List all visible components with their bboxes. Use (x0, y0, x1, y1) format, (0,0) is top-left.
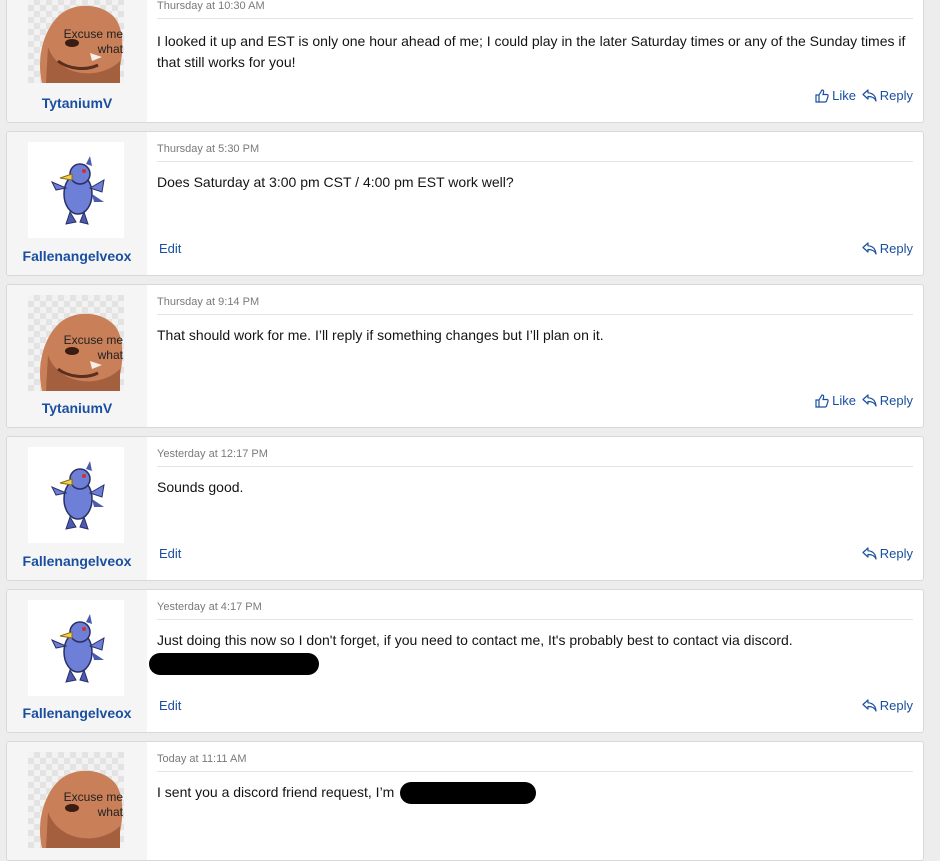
post: Fallenangelveox Yesterday at 4:17 PM Jus… (6, 589, 924, 733)
post: Fallenangelveox Yesterday at 12:17 PM So… (6, 436, 924, 581)
reply-label: Reply (879, 88, 913, 103)
username[interactable]: Fallenangelveox (7, 248, 147, 264)
post-message-text: Just doing this now so I don't forget, i… (157, 632, 793, 648)
reply-label: Reply (879, 241, 913, 256)
edit-button[interactable]: Edit (159, 241, 181, 256)
avatar-caption-line: what (97, 348, 123, 362)
reply-icon (862, 89, 877, 102)
post: Excuse me what TytaniumV Thursday at 9:14… (6, 284, 924, 428)
golduck-sprite-icon (50, 614, 105, 683)
post: Excuse me what Today at 11:11 AM I sent y… (6, 741, 924, 861)
reply-label: Reply (879, 393, 913, 408)
post-main: Thursday at 5:30 PM Does Saturday at 3:0… (157, 132, 913, 275)
post-user-cell: Fallenangelveox (7, 437, 147, 580)
avatar-caption-line: what (97, 805, 123, 819)
post-message: That should work for me. I’ll reply if s… (157, 327, 604, 343)
avatar-caption: Excuse me what (64, 27, 123, 57)
redaction-bar (149, 653, 319, 675)
avatar-caption-line: Excuse me (63, 790, 123, 804)
edit-button[interactable]: Edit (159, 546, 181, 561)
post-user-cell: Excuse me what TytaniumV (7, 0, 147, 122)
thumbs-up-icon (815, 88, 829, 103)
post-message: Sounds good. (157, 479, 244, 495)
post-actions: Edit Reply (157, 546, 913, 564)
reply-button[interactable]: Reply (862, 241, 913, 256)
reply-button[interactable]: Reply (862, 546, 913, 561)
avatar-caption: Excuse me what (64, 790, 123, 820)
username[interactable]: Fallenangelveox (7, 705, 147, 721)
avatar-caption-line: what (97, 42, 123, 56)
post-main: Thursday at 10:30 AM I looked it up and … (157, 0, 913, 122)
post-user-cell: Excuse me what TytaniumV (7, 285, 147, 427)
post: Excuse me what TytaniumV Thursday at 10:3… (6, 0, 924, 123)
avatar[interactable]: Excuse me what (28, 0, 124, 83)
like-label: Like (832, 88, 856, 103)
username[interactable]: TytaniumV (7, 400, 147, 416)
post-main: Yesterday at 12:17 PM Sounds good. Edit … (157, 437, 913, 580)
reply-button[interactable]: Reply (862, 393, 913, 408)
avatar-caption-line: Excuse me (63, 27, 123, 41)
avatar-caption: Excuse me what (64, 333, 123, 363)
post-user-cell: Excuse me what (7, 742, 147, 860)
username[interactable]: TytaniumV (7, 95, 147, 111)
reply-label: Reply (879, 546, 913, 561)
reply-icon (862, 394, 877, 407)
redaction-bar (400, 782, 537, 805)
reply-button[interactable]: Reply (862, 698, 913, 713)
post-message: I looked it up and EST is only one hour … (157, 33, 906, 70)
post-message: Does Saturday at 3:00 pm CST / 4:00 pm E… (157, 174, 514, 190)
post-user-cell: Fallenangelveox (7, 132, 147, 275)
reply-icon (862, 547, 877, 560)
avatar[interactable]: Excuse me what (28, 752, 124, 848)
avatar[interactable] (28, 447, 124, 543)
like-button[interactable]: Like (815, 393, 856, 408)
post-date[interactable]: Thursday at 10:30 AM (157, 0, 913, 19)
post-main: Today at 11:11 AM I sent you a discord f… (157, 742, 913, 860)
golduck-sprite-icon (50, 156, 105, 225)
post-date[interactable]: Today at 11:11 AM (157, 753, 913, 772)
post-message: I sent you a discord friend request, I’m (157, 782, 913, 805)
reply-label: Reply (879, 698, 913, 713)
post-date[interactable]: Yesterday at 4:17 PM (157, 601, 913, 620)
post-actions: Edit Reply (157, 241, 913, 259)
reply-button[interactable]: Reply (862, 88, 913, 103)
like-button[interactable]: Like (815, 88, 856, 103)
like-label: Like (832, 393, 856, 408)
post-actions: Edit Reply (157, 698, 913, 716)
thumbs-up-icon (815, 393, 829, 408)
avatar[interactable]: Excuse me what (28, 295, 124, 391)
thread-post-list: Excuse me what TytaniumV Thursday at 10:3… (0, 0, 940, 861)
post-date[interactable]: Thursday at 5:30 PM (157, 143, 913, 162)
post-actions: Like Reply (157, 393, 913, 411)
post-user-cell: Fallenangelveox (7, 590, 147, 732)
golduck-sprite-icon (50, 461, 105, 530)
post-main: Thursday at 9:14 PM That should work for… (157, 285, 913, 427)
post-message-text: I sent you a discord friend request, I’m (157, 784, 395, 800)
avatar[interactable] (28, 142, 124, 238)
post-main: Yesterday at 4:17 PM Just doing this now… (149, 590, 913, 732)
avatar[interactable] (28, 600, 124, 696)
post-date[interactable]: Yesterday at 12:17 PM (157, 448, 913, 467)
post-actions: Like Reply (157, 88, 913, 106)
username[interactable]: Fallenangelveox (7, 553, 147, 569)
post-message: Just doing this now so I don't forget, i… (149, 630, 913, 675)
post: Fallenangelveox Thursday at 5:30 PM Does… (6, 131, 924, 276)
edit-button[interactable]: Edit (159, 698, 181, 713)
avatar-caption-line: Excuse me (63, 333, 123, 347)
reply-icon (862, 699, 877, 712)
reply-icon (862, 242, 877, 255)
post-date[interactable]: Thursday at 9:14 PM (157, 296, 913, 315)
